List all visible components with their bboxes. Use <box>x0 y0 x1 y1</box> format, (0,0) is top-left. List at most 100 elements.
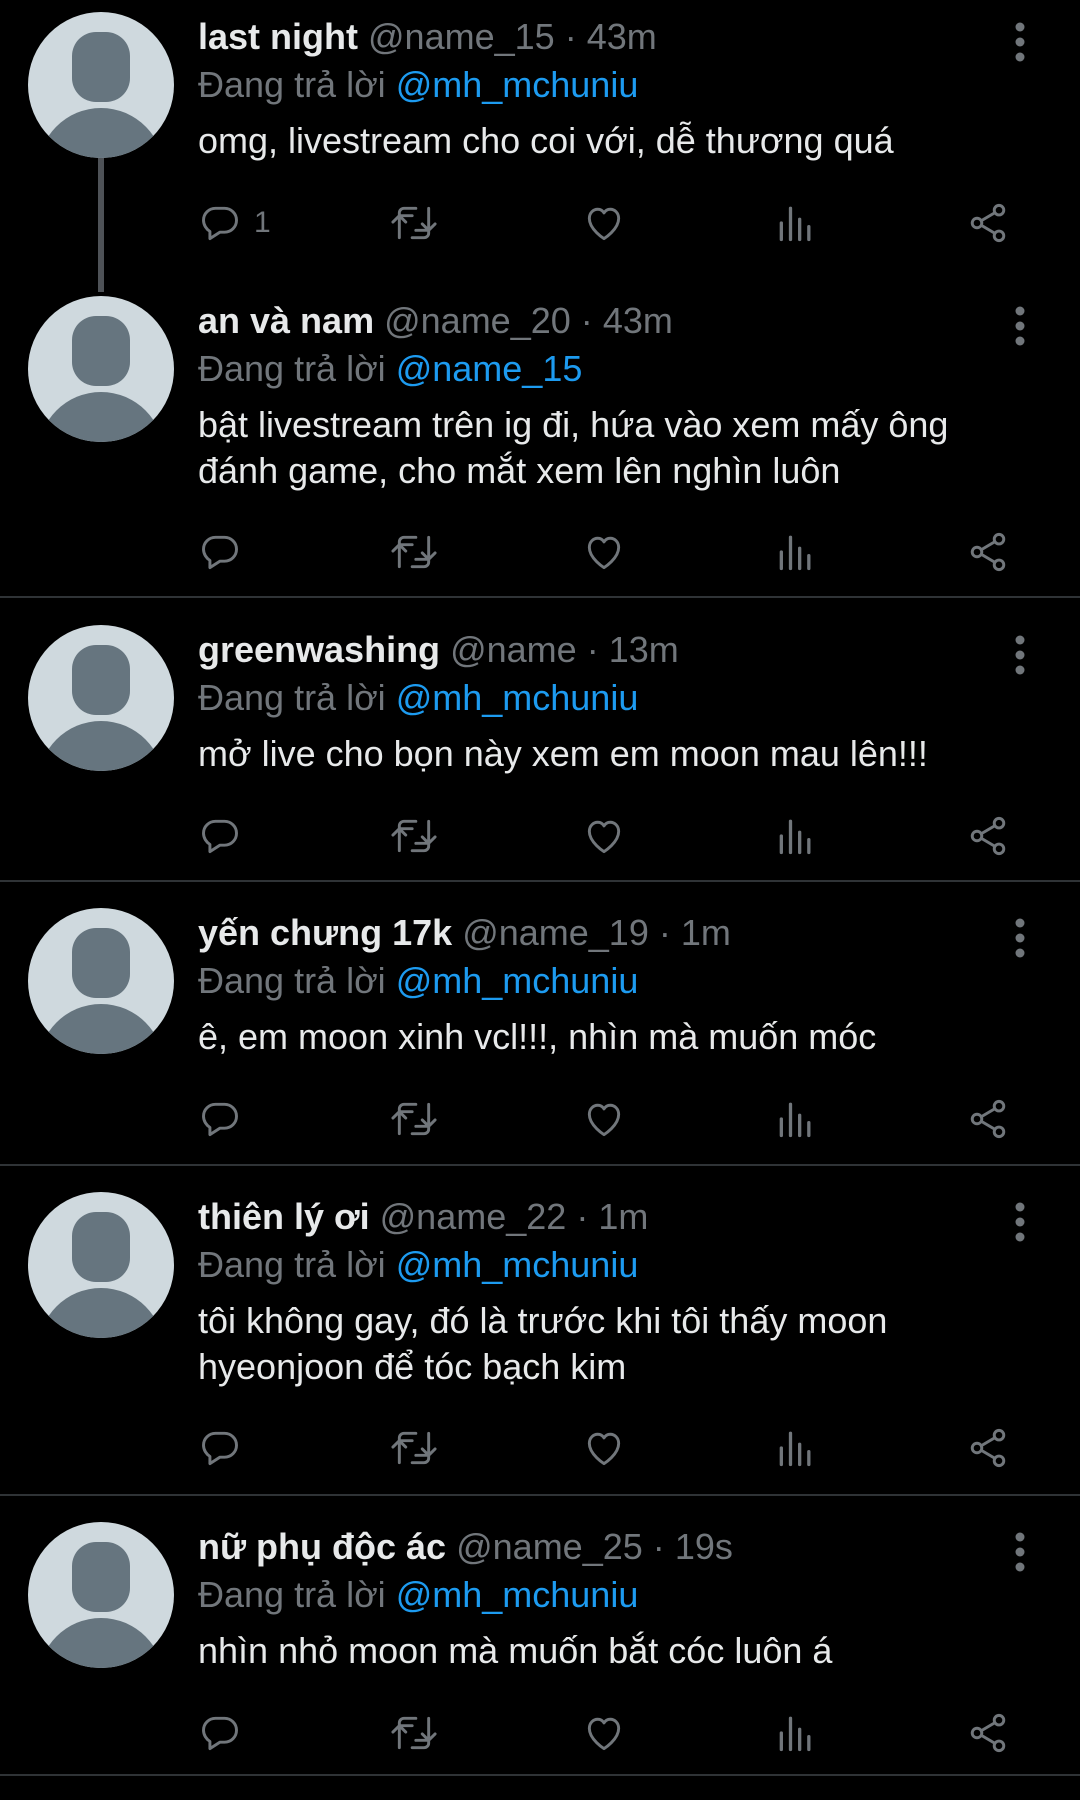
timestamp[interactable]: 1m <box>598 1196 648 1237</box>
tweet-text: omg, livestream cho coi với, dễ thương q… <box>198 120 894 161</box>
retweet-icon <box>391 1102 437 1136</box>
views-icon <box>779 1102 811 1138</box>
more-options-icon[interactable] <box>1000 1528 1040 1576</box>
tweet[interactable]: greenwashing @name · 13m Đang trả lời @m… <box>0 625 1080 875</box>
replying-to-handle[interactable]: @mh_mchuniu <box>396 64 639 105</box>
tweet-actions <box>0 808 1080 864</box>
timestamp[interactable]: 19s <box>675 1526 733 1567</box>
avatar[interactable] <box>28 908 174 1054</box>
replying-to-label: Đang trả lời <box>198 960 386 1001</box>
more-options-icon[interactable] <box>1000 914 1040 962</box>
reply-icon <box>202 535 238 570</box>
display-name[interactable]: nữ phụ độc ác <box>198 1526 446 1567</box>
views-icon <box>779 1431 811 1467</box>
user-handle[interactable]: @name_20 <box>384 300 571 341</box>
tweet-header: last night @name_15 · 43m <box>198 12 657 62</box>
user-handle[interactable]: @name <box>450 629 577 670</box>
more-options-icon[interactable] <box>1000 18 1040 66</box>
user-handle[interactable]: @name_25 <box>456 1526 643 1567</box>
like-icon <box>587 1103 621 1137</box>
replying-to: Đang trả lời @mh_mchuniu <box>198 673 638 723</box>
display-name[interactable]: yến chưng 17k <box>198 912 452 953</box>
avatar[interactable] <box>28 12 174 158</box>
timestamp[interactable]: 43m <box>587 16 657 57</box>
replying-to-label: Đang trả lời <box>198 64 386 105</box>
replying-to: Đang trả lời @mh_mchuniu <box>198 956 638 1006</box>
replying-to-handle[interactable]: @name_15 <box>396 348 583 389</box>
separator-dot: · <box>652 1526 665 1567</box>
replying-to: Đang trả lời @mh_mchuniu <box>198 1570 638 1620</box>
tweet-header: nữ phụ độc ác @name_25 · 19s <box>198 1522 733 1572</box>
retweet-icon <box>391 1716 437 1750</box>
like-icon <box>587 1717 621 1751</box>
tweet[interactable]: last night @name_15 · 43m Đang trả lời @… <box>0 12 1080 292</box>
user-handle[interactable]: @name_22 <box>380 1196 567 1237</box>
replying-to-handle[interactable]: @mh_mchuniu <box>396 677 639 718</box>
display-name[interactable]: thiên lý ơi <box>198 1196 370 1237</box>
tweet-divider <box>0 1494 1080 1496</box>
tweet-divider <box>0 880 1080 882</box>
tweet-header: yến chưng 17k @name_19 · 1m <box>198 908 731 958</box>
replying-to-label: Đang trả lời <box>198 677 386 718</box>
tweet[interactable]: yến chưng 17k @name_19 · 1m Đang trả lời… <box>0 908 1080 1158</box>
replying-to-handle[interactable]: @mh_mchuniu <box>396 1244 639 1285</box>
replying-to: Đang trả lời @name_15 <box>198 344 582 394</box>
tweet-header: an và nam @name_20 · 43m <box>198 296 673 346</box>
tweet-actions <box>0 1420 1080 1476</box>
tweet-text: nhìn nhỏ moon mà muốn bắt cóc luôn á <box>198 1630 833 1671</box>
replying-to-handle[interactable]: @mh_mchuniu <box>396 960 639 1001</box>
tweet-divider <box>0 1774 1080 1776</box>
reply-icon <box>202 1431 238 1466</box>
tweet[interactable]: an và nam @name_20 · 43m Đang trả lời @n… <box>0 296 1080 596</box>
replying-to-label: Đang trả lời <box>198 1244 386 1285</box>
display-name[interactable]: an và nam <box>198 300 374 341</box>
separator-dot: · <box>586 629 599 670</box>
user-handle[interactable]: @name_15 <box>368 16 555 57</box>
timestamp[interactable]: 1m <box>681 912 731 953</box>
replying-to-handle[interactable]: @mh_mchuniu <box>396 1574 639 1615</box>
more-options-icon[interactable] <box>1000 1198 1040 1246</box>
replying-to-label: Đang trả lời <box>198 1574 386 1615</box>
views-icon <box>779 206 811 242</box>
separator-dot: · <box>564 16 577 57</box>
share-icon <box>970 203 1006 243</box>
tweet-text: mở live cho bọn này xem em moon mau lên!… <box>198 733 928 774</box>
separator-dot: · <box>580 300 593 341</box>
user-handle[interactable]: @name_19 <box>462 912 649 953</box>
views-icon <box>779 1716 811 1752</box>
reply-icon <box>202 1716 238 1751</box>
like-icon <box>587 1432 621 1466</box>
reply-feed: last night @name_15 · 43m Đang trả lời @… <box>0 0 1080 1800</box>
like-icon <box>587 207 621 241</box>
more-options-icon[interactable] <box>1000 302 1040 350</box>
tweet-text: bật livestream trên ig đi, hứa vào xem m… <box>198 404 949 491</box>
share-icon <box>970 1713 1006 1753</box>
more-options-icon[interactable] <box>1000 631 1040 679</box>
replying-to-label: Đang trả lời <box>198 348 386 389</box>
avatar[interactable] <box>28 1522 174 1668</box>
avatar[interactable] <box>28 625 174 771</box>
tweet-divider <box>0 596 1080 598</box>
reply-icon <box>202 1102 238 1137</box>
tweet-divider <box>0 1164 1080 1166</box>
share-icon <box>970 816 1006 856</box>
retweet-icon <box>391 535 437 569</box>
tweet-header: thiên lý ơi @name_22 · 1m <box>198 1192 648 1242</box>
display-name[interactable]: last night <box>198 16 358 57</box>
timestamp[interactable]: 13m <box>609 629 679 670</box>
tweet-actions <box>0 1091 1080 1147</box>
timestamp[interactable]: 43m <box>603 300 673 341</box>
share-icon <box>970 532 1006 572</box>
tweet-actions: 1 <box>0 195 1080 251</box>
tweet[interactable]: thiên lý ơi @name_22 · 1m Đang trả lời @… <box>0 1192 1080 1492</box>
display-name[interactable]: greenwashing <box>198 629 440 670</box>
avatar[interactable] <box>28 296 174 442</box>
avatar[interactable] <box>28 1192 174 1338</box>
retweet-icon <box>391 819 437 853</box>
reply-count: 1 <box>254 206 271 239</box>
views-icon <box>779 819 811 855</box>
tweet[interactable]: nữ phụ độc ác @name_25 · 19s Đang trả lờ… <box>0 1522 1080 1772</box>
reply-icon <box>202 819 238 854</box>
tweet-actions <box>0 524 1080 580</box>
tweet-text: tôi không gay, đó là trước khi tôi thấy … <box>198 1300 888 1387</box>
